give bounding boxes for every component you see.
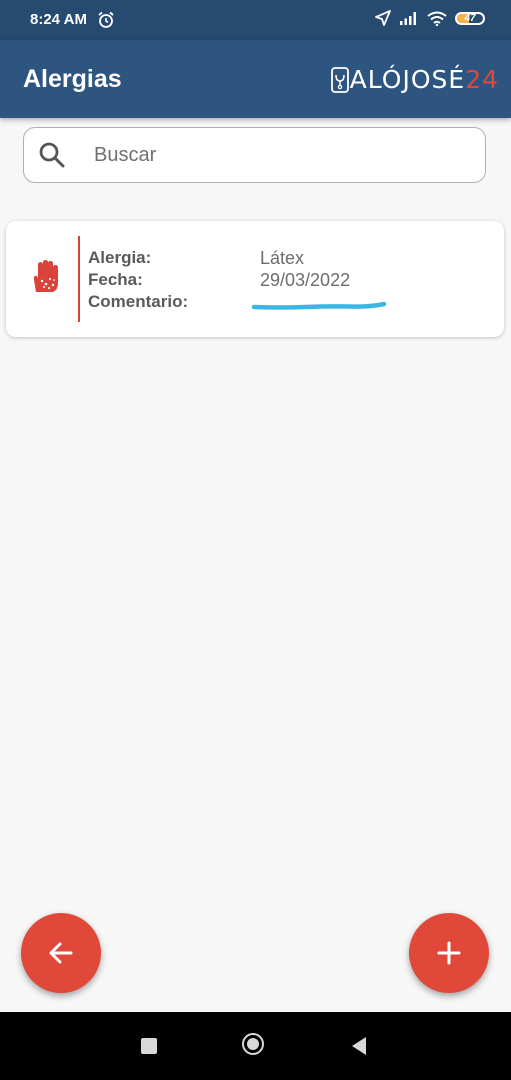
location-icon	[375, 10, 391, 26]
allergy-card[interactable]: Alergia: Fecha: Comentario: Látex 29/03/…	[6, 221, 504, 337]
date-value: 29/03/2022	[260, 270, 351, 290]
search-icon	[39, 142, 65, 168]
battery-icon: 47	[455, 11, 485, 25]
recent-apps-button[interactable]	[141, 1038, 157, 1054]
brand-name: ALÓJOSÉ	[349, 65, 466, 94]
arrow-back-icon	[49, 942, 73, 964]
plus-icon	[437, 941, 461, 965]
alarm-icon	[98, 11, 114, 28]
allergy-value: Látex	[260, 248, 305, 268]
back-button[interactable]	[21, 913, 101, 993]
status-bar: 8:24 AM 47	[0, 0, 511, 40]
home-button[interactable]	[242, 1033, 264, 1055]
system-nav-bar	[0, 1012, 511, 1080]
battery-level: 47	[464, 12, 476, 24]
app-bar: Alergias ALÓJOSÉ 24	[0, 40, 511, 118]
card-labels: Alergia: Fecha: Comentario:	[88, 247, 188, 313]
redaction-scribble	[251, 301, 387, 310]
nav-back-icon[interactable]	[350, 1036, 368, 1056]
brand-logo: ALÓJOSÉ 24	[330, 65, 499, 94]
comment-label: Comentario:	[88, 292, 189, 311]
phone-stethoscope-icon	[330, 66, 349, 93]
signal-icon	[400, 12, 416, 25]
add-allergy-button[interactable]	[409, 913, 489, 993]
status-time: 8:24 AM	[30, 11, 87, 28]
allergy-label: Alergia:	[88, 248, 152, 267]
search-input[interactable]	[92, 138, 456, 172]
page-title: Alergias	[23, 65, 122, 93]
date-label: Fecha:	[88, 270, 143, 289]
card-divider	[78, 236, 80, 322]
allergy-hand-icon	[33, 260, 58, 292]
search-box[interactable]	[23, 127, 486, 183]
wifi-icon	[427, 11, 447, 26]
brand-number: 24	[465, 65, 499, 94]
status-icons: 47	[375, 10, 485, 26]
